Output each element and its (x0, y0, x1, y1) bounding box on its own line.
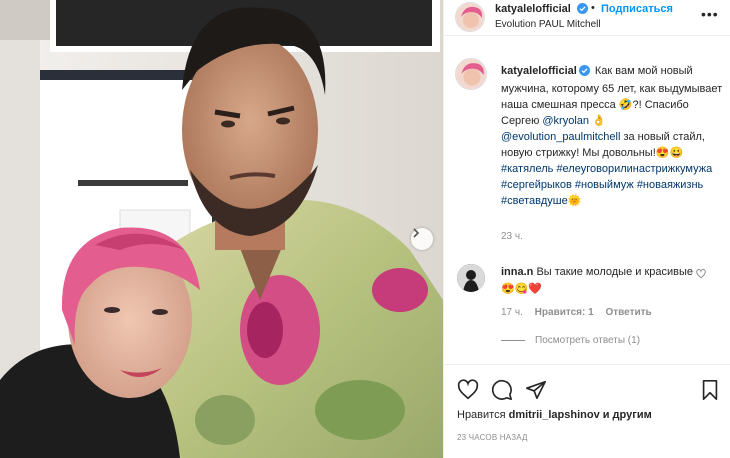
caption-timestamp: 23 ч. (501, 231, 523, 242)
follow-button[interactable]: Подписаться (601, 3, 673, 15)
likes-suffix[interactable]: и другим (600, 409, 652, 421)
commenter-username[interactable]: inna.n (501, 266, 533, 278)
post-header: katyalelofficial • Подписаться Evolution… (444, 0, 730, 36)
post-timestamp[interactable]: 23 ЧАСОВ НАЗАД (457, 433, 528, 442)
divider-line (501, 340, 525, 341)
caption-hashtag[interactable]: #светавдуше (501, 195, 568, 207)
view-replies-button[interactable]: Посмотреть ответы (1) (501, 335, 640, 346)
caption-hashtag[interactable]: #катялель (501, 163, 553, 175)
caption-text: katyalelofficial Как вам мой новый мужчи… (501, 63, 723, 209)
caption-hashtag[interactable]: #елеуговорилинастрижкумужа (556, 163, 712, 175)
heart-icon[interactable] (457, 379, 479, 404)
author-avatar[interactable] (455, 2, 485, 32)
comment-timestamp: 17 ч. (501, 307, 523, 318)
comment-likes-count[interactable]: Нравится: 1 (535, 307, 594, 318)
likes-user[interactable]: dmitrii_lapshinov (509, 409, 600, 421)
caption-hashtag[interactable]: #новаяжизнь (637, 179, 703, 191)
caption-text-fragment: 👌 (589, 115, 606, 127)
comment-text: inna.n Вы такие молодые и красивые😍😋❤️ (501, 264, 706, 298)
caption-body: Как вам мой новый мужчина, которому 65 л… (501, 65, 722, 207)
comment-like-heart-icon[interactable] (696, 269, 706, 282)
caption-avatar[interactable] (455, 58, 487, 90)
caption-mention[interactable]: @kryolan (542, 115, 589, 127)
post-photo[interactable] (0, 0, 443, 458)
post-sidebar: katyalelofficial • Подписаться Evolution… (443, 0, 730, 458)
caption-mention[interactable]: @evolution_paulmitchell (501, 131, 620, 143)
share-icon[interactable] (525, 379, 547, 404)
view-replies-label: Посмотреть ответы (1) (535, 335, 641, 346)
more-options-button[interactable]: ••• (701, 6, 719, 22)
caption-hashtag[interactable]: #сергейрыков (501, 179, 572, 191)
next-arrow-icon (413, 228, 420, 238)
likes-summary: Нравится dmitrii_lapshinov и другим (457, 409, 652, 421)
bookmark-icon[interactable] (699, 379, 721, 404)
comment-icon[interactable] (491, 379, 513, 404)
likes-prefix: Нравится (457, 409, 509, 421)
verified-badge-icon (578, 65, 590, 81)
author-username[interactable]: katyalelofficial (495, 3, 571, 15)
post-actions: Нравится dmitrii_lapshinov и другим 23 Ч… (444, 364, 730, 458)
comment-meta: 17 ч. Нравится: 1 Ответить (501, 307, 661, 318)
commenter-avatar[interactable] (457, 264, 485, 292)
verified-badge-icon (577, 3, 588, 17)
caption-text-fragment: 🌞 (567, 195, 582, 207)
separator-dot: • (591, 2, 595, 14)
post-image (0, 0, 443, 458)
caption-hashtag[interactable]: #новыймуж (575, 179, 634, 191)
post-location[interactable]: Evolution PAUL Mitchell (495, 19, 601, 30)
reply-button[interactable]: Ответить (605, 307, 651, 318)
next-image-button[interactable] (411, 228, 433, 250)
caption-username[interactable]: katyalelofficial (501, 65, 577, 77)
